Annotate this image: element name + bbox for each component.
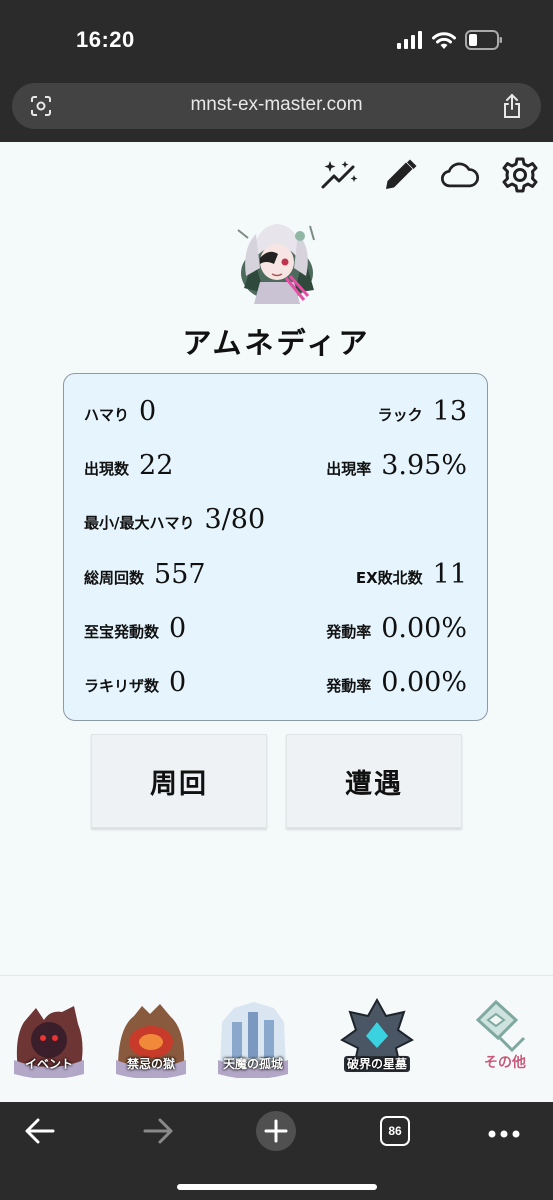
wifi-icon [431, 31, 457, 54]
stat-value: 0.00% [381, 613, 467, 644]
browser-top-bar: mnst-ex-master.com [0, 80, 553, 142]
stat-label: 出現数 [84, 460, 130, 478]
stat-value: 22 [139, 450, 174, 481]
stat-label: EX敗北数 [355, 569, 423, 587]
stats-row-4: 総周回数 557 EX敗北数 11 [84, 559, 467, 599]
stat-lucky-count: ラキリザ数 0 [84, 667, 186, 698]
stat-label: ラキリザ数 [84, 677, 160, 695]
pencil-icon[interactable] [381, 156, 419, 194]
nav-label: 禁忌の獄 [126, 1057, 175, 1071]
stat-min-max-hamari: 最小/最大ハマり 3/80 [84, 504, 265, 535]
stat-value: 0 [139, 396, 157, 427]
monster-name: アムネディア [182, 326, 371, 360]
nav-item-hakai-star-tomb[interactable]: 破界の星墓 [338, 997, 416, 1078]
stat-total-laps: 総周回数 557 [84, 559, 206, 590]
share-icon[interactable] [501, 93, 523, 123]
stat-value: 0 [169, 613, 187, 644]
nav-item-tenma-castle[interactable]: 天魔の孤城 [214, 998, 292, 1079]
status-icons [397, 30, 503, 54]
stat-appear-count: 出現数 22 [84, 450, 173, 481]
stats-row-1: ハマり 0 ラック 13 [84, 396, 467, 436]
encounter-button[interactable]: 遭遇 [286, 734, 462, 828]
stat-value: 0 [169, 667, 187, 698]
stat-label: 発動率 [326, 623, 372, 641]
nav-label: 天魔の孤城 [222, 1057, 283, 1071]
nav-label: 破界の星墓 [346, 1057, 407, 1071]
stat-hamari: ハマり 0 [84, 396, 156, 427]
stat-treasure-trigger-count: 至宝発動数 0 [84, 613, 186, 644]
stat-label: ラック [377, 406, 423, 424]
battery-icon [465, 30, 503, 54]
back-arrow-icon[interactable] [24, 1116, 56, 1150]
stat-label: 至宝発動数 [84, 623, 160, 641]
new-tab-plus-icon[interactable] [255, 1110, 297, 1156]
stat-label: 最小/最大ハマり [84, 514, 195, 532]
stat-luck: ラック 13 [378, 396, 467, 427]
stat-treasure-trigger-rate: 発動率 0.00% [326, 613, 467, 644]
stat-label: ハマり [84, 406, 130, 424]
magic-sparkle-icon[interactable] [321, 156, 359, 194]
nav-item-forbidden-prison[interactable]: 禁忌の獄 [112, 998, 190, 1079]
home-indicator [177, 1184, 377, 1190]
status-bar: 16:20 [0, 0, 553, 80]
stat-label: 発動率 [326, 677, 372, 695]
stat-value: 557 [154, 559, 206, 590]
stats-row-6: ラキリザ数 0 発動率 0.00% [84, 667, 467, 707]
tab-count-button[interactable]: 86 [380, 1116, 410, 1146]
stats-row-5: 至宝発動数 0 発動率 0.00% [84, 613, 467, 653]
nav-label: イベント [24, 1057, 73, 1071]
lap-button[interactable]: 周回 [91, 734, 267, 828]
stats-card: ハマり 0 ラック 13 出現数 22 出現率 3.95% 最小/最大ハマり 3… [63, 373, 488, 721]
nav-label: その他 [484, 1055, 526, 1071]
forward-arrow-icon[interactable] [142, 1116, 174, 1150]
url-text[interactable]: mnst-ex-master.com [12, 94, 541, 116]
page-toolbar [321, 156, 539, 194]
monster-avatar [234, 218, 320, 308]
signal-icon [397, 31, 423, 53]
gear-icon[interactable] [501, 156, 539, 194]
stat-lucky-rate: 発動率 0.00% [326, 667, 467, 698]
nav-item-event[interactable]: イベント [10, 998, 88, 1079]
stat-value: 13 [432, 396, 467, 427]
address-bar[interactable]: mnst-ex-master.com [12, 83, 541, 129]
cloud-icon[interactable] [441, 156, 479, 194]
stat-value: 3.95% [381, 450, 467, 481]
stats-row-3: 最小/最大ハマり 3/80 [84, 504, 467, 544]
stat-value: 11 [432, 559, 467, 590]
status-time: 16:20 [76, 27, 135, 52]
browser-bottom-bar: 86 [0, 1102, 553, 1200]
stats-row-2: 出現数 22 出現率 3.95% [84, 450, 467, 490]
stat-value: 3/80 [204, 504, 266, 535]
more-menu-icon[interactable] [488, 1124, 520, 1143]
stat-value: 0.00% [381, 667, 467, 698]
stat-label: 出現率 [326, 460, 372, 478]
stat-label: 総周回数 [84, 569, 145, 587]
stat-appear-rate: 出現率 3.95% [326, 450, 467, 481]
nav-item-others[interactable]: その他 [466, 998, 544, 1078]
stat-ex-defeats: EX敗北数 11 [356, 559, 467, 590]
bottom-nav: イベント 禁忌の獄 天魔の孤城 破界の星墓 その他 [0, 975, 553, 1103]
